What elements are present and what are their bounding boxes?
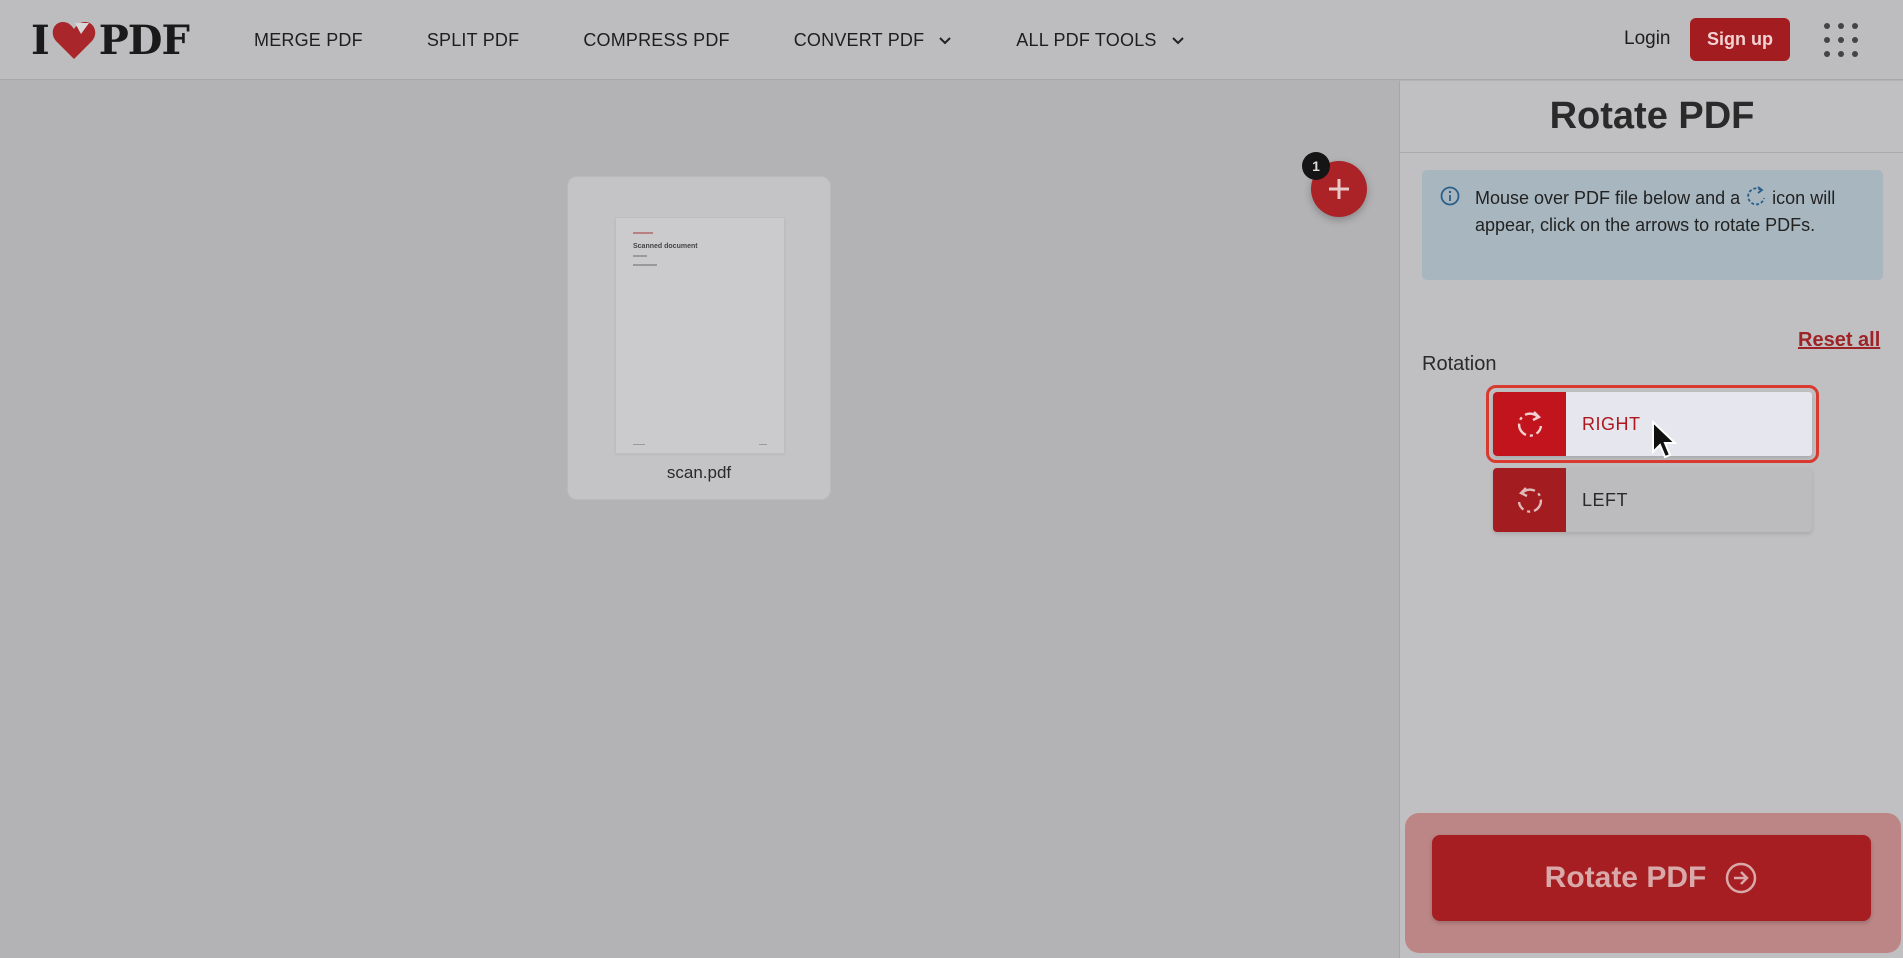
- rotate-right-icon-box: [1493, 392, 1566, 456]
- nav-split-pdf-label: SPLIT PDF: [426, 29, 520, 50]
- logo-text-pdf: PDF: [98, 16, 190, 64]
- thumb-line: [633, 232, 653, 234]
- options-sidebar: Rotate PDF Mouse over PDF file below and…: [1399, 81, 1903, 958]
- main-nav: MERGE PDF SPLIT PDF COMPRESS PDF CONVERT…: [254, 0, 1185, 80]
- grid-icon[interactable]: [1823, 22, 1859, 58]
- file-workspace: Scanned document scan.pdf 1: [0, 81, 1399, 958]
- reset-all-link[interactable]: Reset all: [1798, 329, 1880, 352]
- nav-all-pdf-tools-label: ALL PDF TOOLS: [1016, 29, 1157, 50]
- nav-merge-pdf-label: MERGE PDF: [254, 29, 363, 50]
- top-header: I PDF MERGE PDF SPLIT PDF COMPRESS PDF C…: [0, 0, 1903, 80]
- rotate-pdf-button[interactable]: Rotate PDF: [1432, 835, 1871, 921]
- divider: [1400, 152, 1903, 153]
- chevron-down-icon: [939, 37, 952, 45]
- nav-compress-pdf[interactable]: COMPRESS PDF: [583, 30, 729, 51]
- thumb-line: [633, 264, 657, 266]
- nav-compress-pdf-label: COMPRESS PDF: [583, 29, 730, 50]
- rotate-right-label: RIGHT: [1582, 413, 1641, 434]
- info-text: Mouse over PDF file below and a icon wil…: [1475, 185, 1870, 239]
- file-name: scan.pdf: [666, 463, 732, 482]
- rotate-left-label: LEFT: [1582, 489, 1629, 510]
- pdf-file-card[interactable]: Scanned document scan.pdf: [567, 176, 831, 500]
- login-link[interactable]: Login: [1624, 28, 1671, 50]
- info-text-before: Mouse over PDF file below and a: [1475, 188, 1741, 208]
- plus-icon: [1329, 179, 1349, 199]
- rotate-pdf-button-label: Rotate PDF: [1544, 861, 1707, 894]
- chevron-down-icon: [1171, 37, 1184, 45]
- mouse-cursor-icon: [1652, 420, 1678, 459]
- info-box: Mouse over PDF file below and a icon wil…: [1422, 170, 1883, 280]
- nav-all-pdf-tools[interactable]: ALL PDF TOOLS: [1016, 30, 1184, 51]
- rotation-label: Rotation: [1422, 353, 1497, 375]
- signup-button[interactable]: Sign up: [1690, 18, 1790, 61]
- nav-convert-pdf-label: CONVERT PDF: [793, 29, 925, 50]
- info-icon: [1440, 186, 1460, 206]
- rotate-right-icon: [1517, 411, 1542, 437]
- arrow-right-circle-icon: [1726, 862, 1757, 894]
- thumb-line: [633, 255, 647, 257]
- thumb-title: Scanned document: [633, 243, 698, 250]
- action-area: Rotate PDF: [1405, 813, 1901, 953]
- ilovepdf-logo[interactable]: I PDF: [31, 16, 190, 64]
- thumb-line: [759, 444, 767, 445]
- nav-convert-pdf[interactable]: CONVERT PDF: [794, 30, 953, 51]
- file-count-badge: 1: [1302, 152, 1330, 180]
- rotate-left-icon-box: [1493, 468, 1566, 532]
- rotate-left-icon: [1517, 487, 1542, 513]
- nav-merge-pdf[interactable]: MERGE PDF: [254, 30, 363, 51]
- thumb-line: [633, 444, 645, 445]
- nav-split-pdf[interactable]: SPLIT PDF: [427, 30, 520, 51]
- rotate-icon: [1747, 186, 1766, 206]
- pdf-thumbnail: Scanned document: [615, 217, 785, 454]
- rotate-left-option[interactable]: LEFT: [1493, 468, 1812, 532]
- sidebar-title: Rotate PDF: [1549, 95, 1755, 137]
- heart-logo-icon: [52, 21, 95, 60]
- logo-letter-i: I: [31, 16, 50, 64]
